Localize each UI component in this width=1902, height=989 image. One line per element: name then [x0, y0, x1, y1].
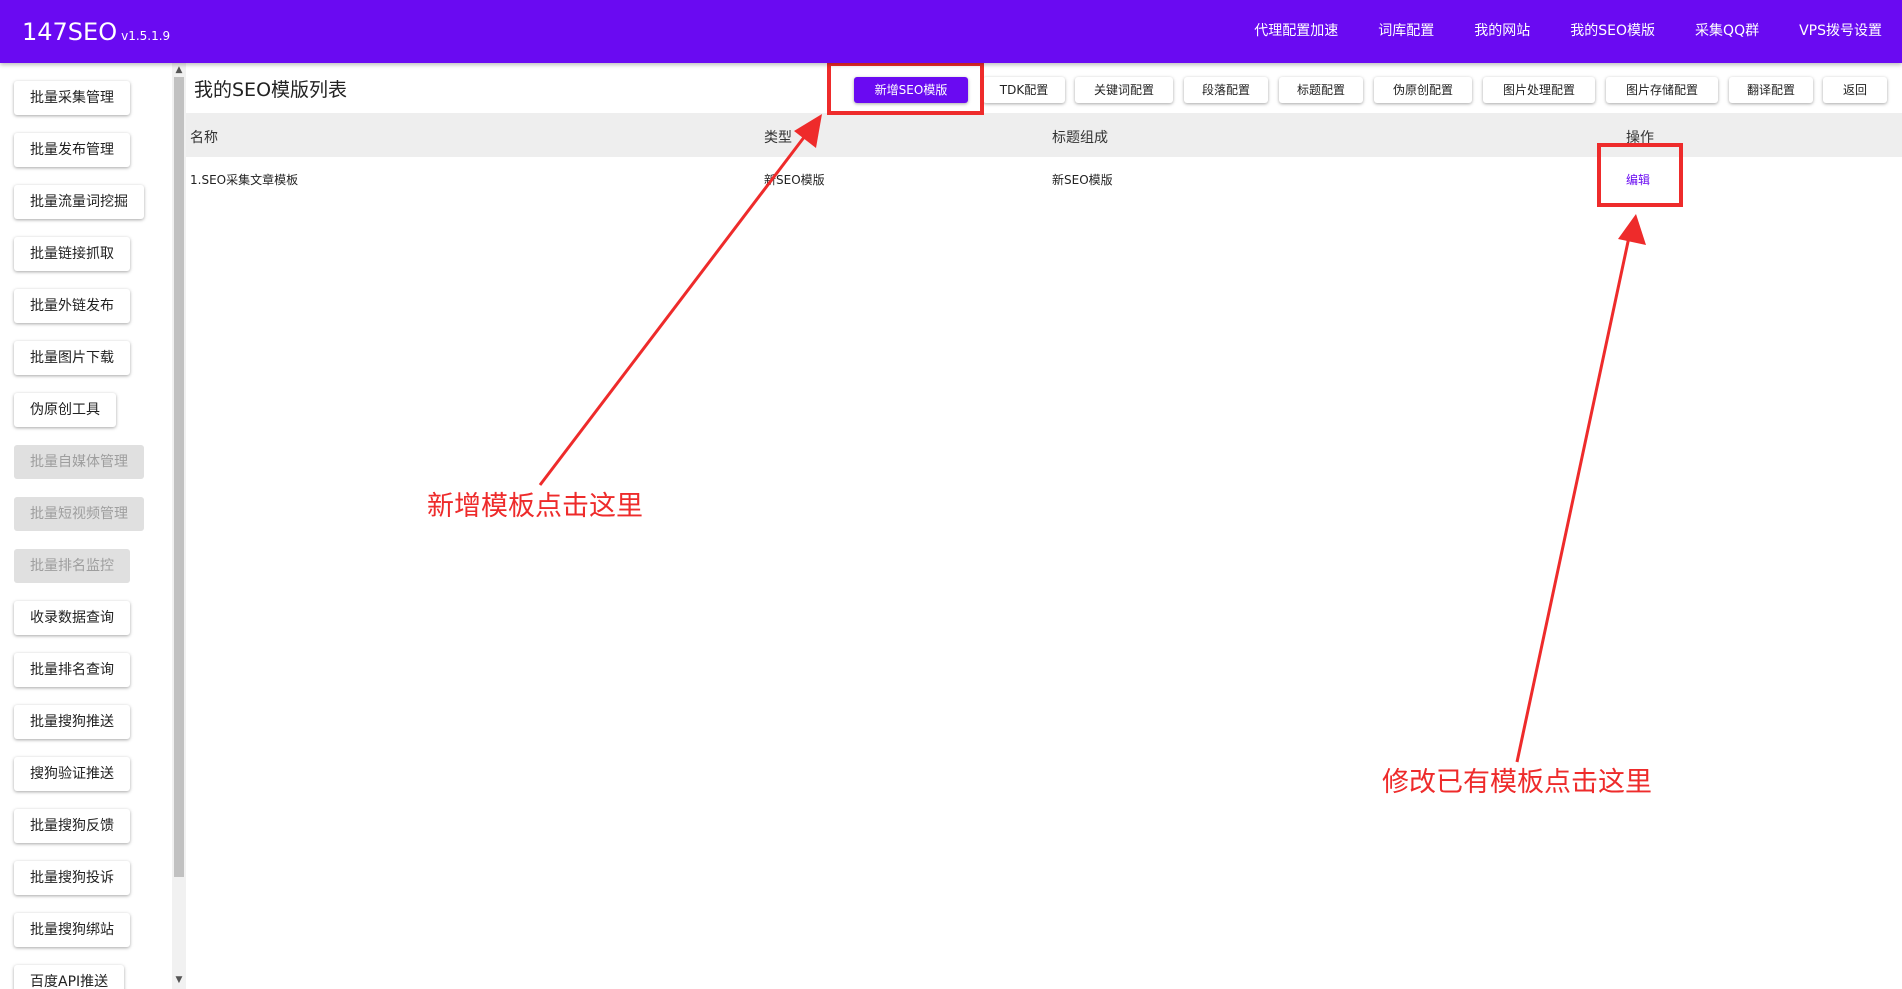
nav-my-seo-templates[interactable]: 我的SEO模版 — [1550, 0, 1675, 63]
cell-title-composition: 新SEO模版 — [1052, 173, 1113, 187]
scrollbar-thumb[interactable] — [174, 77, 184, 877]
sidebar-item-batch-collect[interactable]: 批量采集管理 — [14, 81, 130, 115]
scroll-down-arrow-icon[interactable]: ▼ — [172, 973, 186, 987]
highlight-box-add-template — [827, 62, 984, 115]
nav-collect-qq-group[interactable]: 采集QQ群 — [1675, 0, 1779, 63]
image-storage-config-button[interactable]: 图片存储配置 — [1606, 77, 1718, 103]
top-app-bar: 147SEO v1.5.1.9 代理配置加速 词库配置 我的网站 我的SEO模版 … — [0, 0, 1902, 63]
nav-vps-dial-settings[interactable]: VPS拨号设置 — [1779, 0, 1902, 63]
sidebar-item-sogou-bind-site[interactable]: 批量搜狗绑站 — [14, 913, 130, 947]
sidebar-item-sogou-complaint[interactable]: 批量搜狗投诉 — [14, 861, 130, 895]
title-config-button[interactable]: 标题配置 — [1279, 77, 1363, 103]
sidebar-item-link-crawl[interactable]: 批量链接抓取 — [14, 237, 130, 271]
sidebar-item-image-download[interactable]: 批量图片下载 — [14, 341, 130, 375]
sidebar-item-short-video: 批量短视频管理 — [14, 497, 144, 531]
sidebar-item-rank-monitor: 批量排名监控 — [14, 549, 130, 583]
translate-config-button[interactable]: 翻译配置 — [1729, 77, 1813, 103]
highlight-box-edit-link — [1597, 143, 1683, 207]
column-header-name: 名称 — [190, 130, 218, 146]
keyword-config-button[interactable]: 关键词配置 — [1075, 77, 1173, 103]
sidebar-item-rank-query[interactable]: 批量排名查询 — [14, 653, 130, 687]
paragraph-config-button[interactable]: 段落配置 — [1184, 77, 1268, 103]
sidebar-item-self-media: 批量自媒体管理 — [14, 445, 144, 479]
brand-name: 147SEO — [22, 18, 118, 46]
app-brand: 147SEO v1.5.1.9 — [22, 18, 170, 46]
sidebar-item-index-query[interactable]: 收录数据查询 — [14, 601, 130, 635]
sidebar-item-baidu-api-push[interactable]: 百度API推送 — [14, 965, 125, 989]
nav-my-sites[interactable]: 我的网站 — [1454, 0, 1550, 63]
sidebar: 批量采集管理 批量发布管理 批量流量词挖掘 批量链接抓取 批量外链发布 批量图片… — [0, 63, 172, 989]
tdk-config-button[interactable]: TDK配置 — [983, 77, 1065, 103]
sidebar-item-batch-publish[interactable]: 批量发布管理 — [14, 133, 130, 167]
pseudo-original-config-button[interactable]: 伪原创配置 — [1374, 77, 1472, 103]
page-title: 我的SEO模版列表 — [194, 79, 348, 101]
column-header-title-composition: 标题组成 — [1052, 130, 1108, 146]
cell-template-type: 新SEO模版 — [764, 173, 825, 187]
version-label: v1.5.1.9 — [121, 29, 171, 43]
sidebar-item-backlink-publish[interactable]: 批量外链发布 — [14, 289, 130, 323]
image-process-config-button[interactable]: 图片处理配置 — [1483, 77, 1595, 103]
scroll-up-arrow-icon[interactable]: ▲ — [172, 63, 186, 77]
top-nav: 代理配置加速 词库配置 我的网站 我的SEO模版 采集QQ群 VPS拨号设置 — [1234, 0, 1902, 63]
sidebar-item-pseudo-original[interactable]: 伪原创工具 — [14, 393, 116, 427]
cell-template-name: 1.SEO采集文章模板 — [190, 173, 299, 187]
sidebar-item-traffic-keywords[interactable]: 批量流量词挖掘 — [14, 185, 144, 219]
sidebar-item-sogou-verify-push[interactable]: 搜狗验证推送 — [14, 757, 130, 791]
nav-lexicon-config[interactable]: 词库配置 — [1358, 0, 1454, 63]
annotation-edit-hint: 修改已有模板点击这里 — [1382, 767, 1652, 798]
column-header-type: 类型 — [764, 130, 792, 146]
sidebar-item-sogou-feedback[interactable]: 批量搜狗反馈 — [14, 809, 130, 843]
nav-proxy-config[interactable]: 代理配置加速 — [1234, 0, 1358, 63]
sidebar-item-sogou-push[interactable]: 批量搜狗推送 — [14, 705, 130, 739]
annotation-add-hint: 新增模板点击这里 — [427, 491, 643, 522]
back-button[interactable]: 返回 — [1823, 77, 1887, 103]
sidebar-scrollbar[interactable]: ▲ ▼ — [172, 63, 186, 989]
